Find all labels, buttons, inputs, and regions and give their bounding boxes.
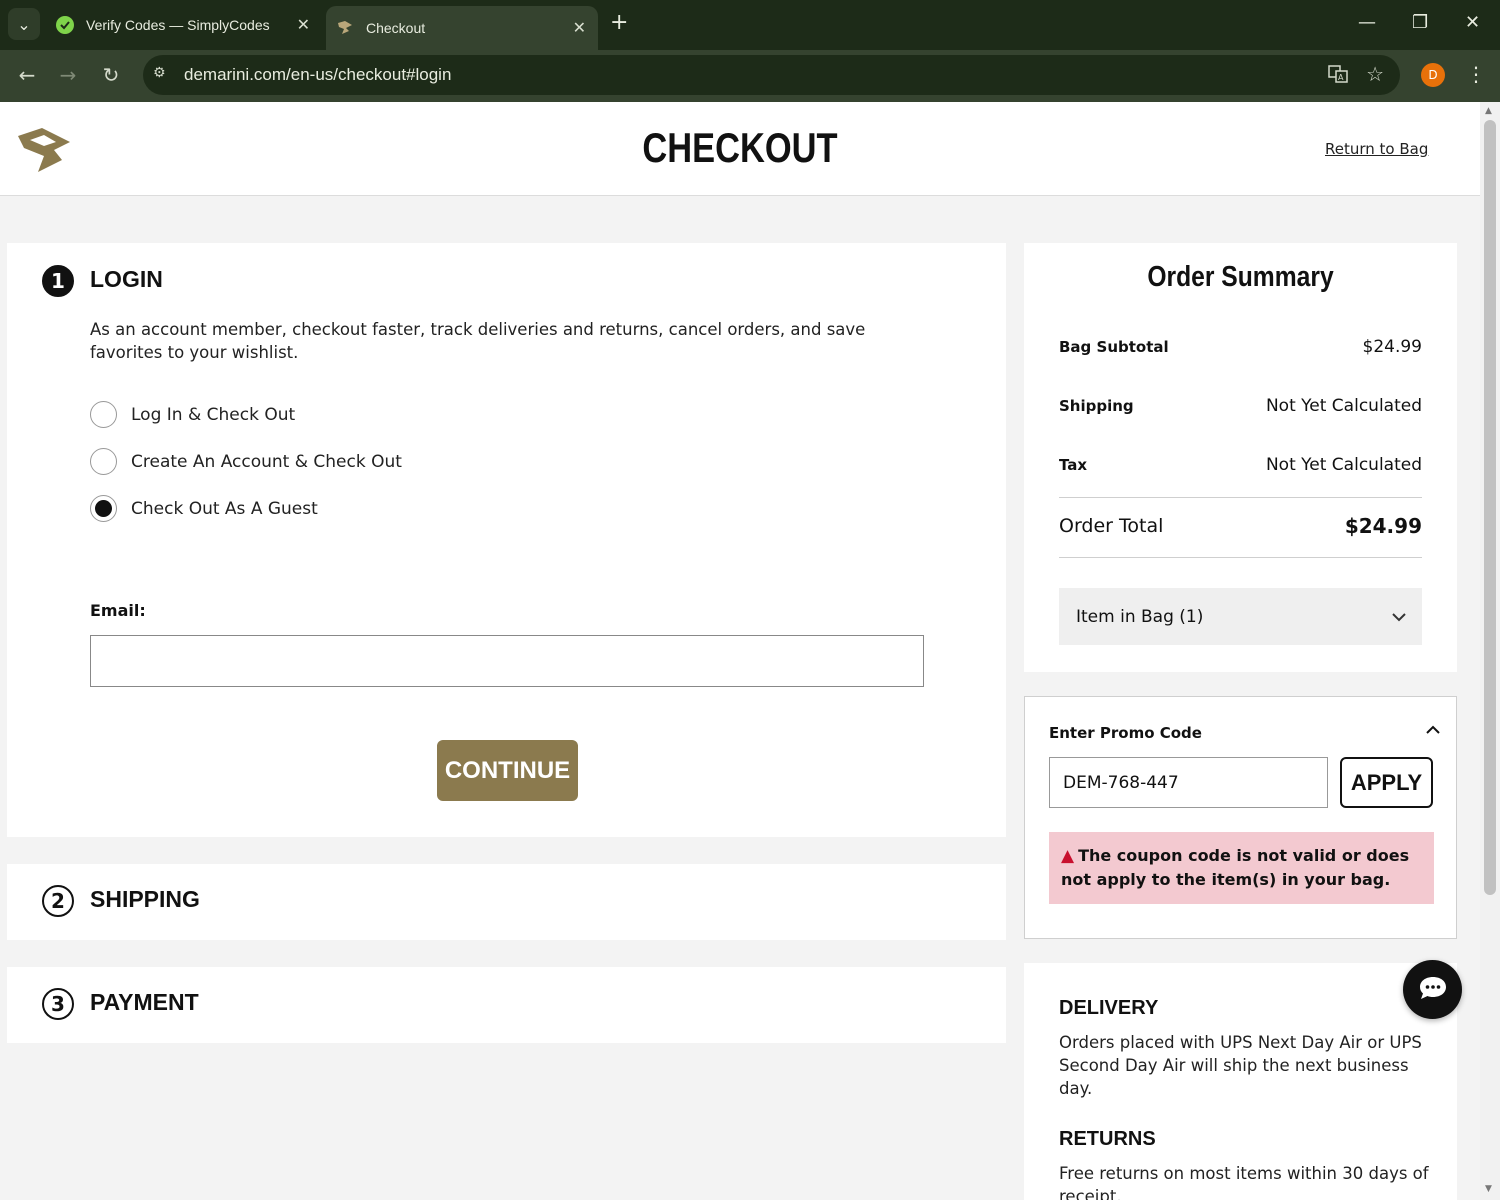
radio-button[interactable]	[90, 401, 117, 428]
order-total-row: Order Total $24.99	[1059, 514, 1422, 538]
translate-icon[interactable]: A	[1328, 64, 1348, 88]
close-tab-icon[interactable]: ✕	[573, 18, 586, 38]
email-label: Email:	[90, 601, 146, 620]
page-scrollbar[interactable]: ▲ ▼	[1480, 102, 1500, 1200]
tab-title: Verify Codes — SimplyCodes	[86, 17, 270, 33]
promo-code-label: Enter Promo Code	[1049, 724, 1202, 742]
radio-button-selected[interactable]	[90, 495, 117, 522]
tab-title: Checkout	[366, 20, 426, 36]
page-title: CHECKOUT	[642, 124, 838, 171]
apply-button[interactable]: APPLY	[1340, 757, 1433, 808]
shipping-value: Not Yet Calculated	[1265, 396, 1422, 416]
items-in-bag-toggle[interactable]: Item in Bag (1)	[1059, 588, 1422, 645]
restore-icon[interactable]: ❐	[1412, 12, 1428, 33]
promo-code-input[interactable]	[1049, 757, 1328, 808]
subtotal-value: $24.99	[1362, 337, 1422, 357]
scrollbar-thumb[interactable]	[1484, 120, 1496, 895]
chat-button[interactable]	[1403, 960, 1462, 1019]
tax-row: Tax Not Yet Calculated	[1059, 455, 1422, 475]
scroll-up-icon[interactable]: ▲	[1485, 106, 1492, 116]
shipping-label: Shipping	[1059, 397, 1134, 415]
chevron-down-icon	[1392, 607, 1406, 627]
warning-icon: ▲	[1061, 846, 1075, 866]
promo-error-text: The coupon code is not valid or does not…	[1061, 846, 1410, 889]
chat-bubble-icon	[1418, 975, 1448, 1005]
chevron-down-icon: ⌄	[17, 14, 31, 34]
payment-step-title: PAYMENT	[90, 989, 199, 1015]
payment-section[interactable]: 3 PAYMENT	[7, 967, 1006, 1043]
profile-avatar[interactable]: D	[1421, 63, 1445, 87]
order-total-value: $24.99	[1344, 514, 1422, 538]
login-section: 1 LOGIN As an account member, checkout f…	[7, 243, 1006, 837]
radio-button[interactable]	[90, 448, 117, 475]
option-label: Check Out As A Guest	[131, 498, 318, 519]
step-number-badge: 2	[42, 885, 74, 917]
tax-value: Not Yet Calculated	[1265, 455, 1422, 475]
returns-heading: RETURNS	[1059, 1128, 1156, 1150]
delivery-text: Orders placed with UPS Next Day Air or U…	[1059, 1033, 1422, 1098]
tax-label: Tax	[1059, 456, 1088, 474]
checkout-page: CHECKOUT Return to Bag 1 LOGIN As an acc…	[0, 102, 1480, 1200]
site-info-icon[interactable]: ⚙	[153, 65, 166, 81]
subtotal-label: Bag Subtotal	[1059, 338, 1169, 356]
tab-simplycodes[interactable]: Verify Codes — SimplyCodes ✕	[46, 7, 322, 43]
tab-list-button[interactable]: ⌄	[8, 8, 40, 40]
demarini-favicon-icon	[336, 19, 354, 37]
address-bar[interactable]: ⚙ demarini.com/en-us/checkout#login A ☆	[143, 55, 1400, 95]
back-icon[interactable]: ←	[14, 63, 40, 87]
browser-toolbar: ← → ↻ ⚙ demarini.com/en-us/checkout#logi…	[0, 50, 1500, 102]
site-header: CHECKOUT Return to Bag	[0, 102, 1480, 196]
continue-button[interactable]: CONTINUE	[437, 740, 578, 801]
delivery-returns-info: DELIVERY Orders placed with UPS Next Day…	[1024, 963, 1457, 1200]
close-tab-icon[interactable]: ✕	[297, 15, 310, 35]
order-summary: Order Summary Bag Subtotal $24.99 Shippi…	[1024, 243, 1457, 672]
browser-menu-icon[interactable]: ⋮	[1466, 62, 1486, 86]
promo-error-message: ▲ The coupon code is not valid or does no…	[1049, 832, 1434, 904]
step-number-badge: 3	[42, 988, 74, 1020]
divider	[1059, 557, 1422, 558]
option-login-checkout[interactable]: Log In & Check Out	[90, 401, 295, 428]
chevron-up-icon[interactable]	[1426, 723, 1440, 739]
forward-icon[interactable]: →	[55, 63, 81, 87]
order-summary-title: Order Summary	[1147, 261, 1334, 293]
delivery-heading: DELIVERY	[1059, 997, 1159, 1019]
shipping-section[interactable]: 2 SHIPPING	[7, 864, 1006, 940]
order-total-label: Order Total	[1059, 515, 1164, 537]
step-number-badge: 1	[42, 265, 74, 297]
svg-text:A: A	[1338, 73, 1344, 82]
tab-checkout[interactable]: Checkout ✕	[326, 6, 598, 50]
simplycodes-favicon-icon	[56, 16, 74, 34]
email-field[interactable]	[90, 635, 924, 687]
login-description: As an account member, checkout faster, t…	[90, 320, 866, 362]
bookmark-star-icon[interactable]: ☆	[1366, 62, 1384, 86]
browser-tab-bar: ⌄ Verify Codes — SimplyCodes ✕ Checkout …	[0, 0, 1500, 50]
url-text[interactable]: demarini.com/en-us/checkout#login	[184, 65, 451, 85]
login-step-title: LOGIN	[90, 266, 163, 292]
promo-code-panel: Enter Promo Code APPLY ▲The coupon code …	[1024, 696, 1457, 939]
new-tab-icon[interactable]: +	[610, 12, 628, 34]
items-in-bag-label: Item in Bag (1)	[1076, 606, 1204, 627]
divider	[1059, 497, 1422, 498]
demarini-logo[interactable]	[16, 126, 74, 178]
option-label: Create An Account & Check Out	[131, 451, 402, 472]
returns-text: Free returns on most items within 30 day…	[1059, 1164, 1429, 1200]
minimize-icon[interactable]: —	[1358, 12, 1376, 33]
option-label: Log In & Check Out	[131, 404, 296, 425]
shipping-row: Shipping Not Yet Calculated	[1059, 396, 1422, 416]
option-guest-checkout[interactable]: Check Out As A Guest	[90, 495, 318, 522]
return-to-bag-link[interactable]: Return to Bag	[1325, 140, 1428, 158]
subtotal-row: Bag Subtotal $24.99	[1059, 337, 1422, 357]
option-create-account[interactable]: Create An Account & Check Out	[90, 448, 402, 475]
reload-icon[interactable]: ↻	[98, 63, 124, 87]
close-window-icon[interactable]: ✕	[1465, 12, 1480, 33]
shipping-step-title: SHIPPING	[90, 886, 200, 912]
scroll-down-icon[interactable]: ▼	[1485, 1184, 1492, 1194]
